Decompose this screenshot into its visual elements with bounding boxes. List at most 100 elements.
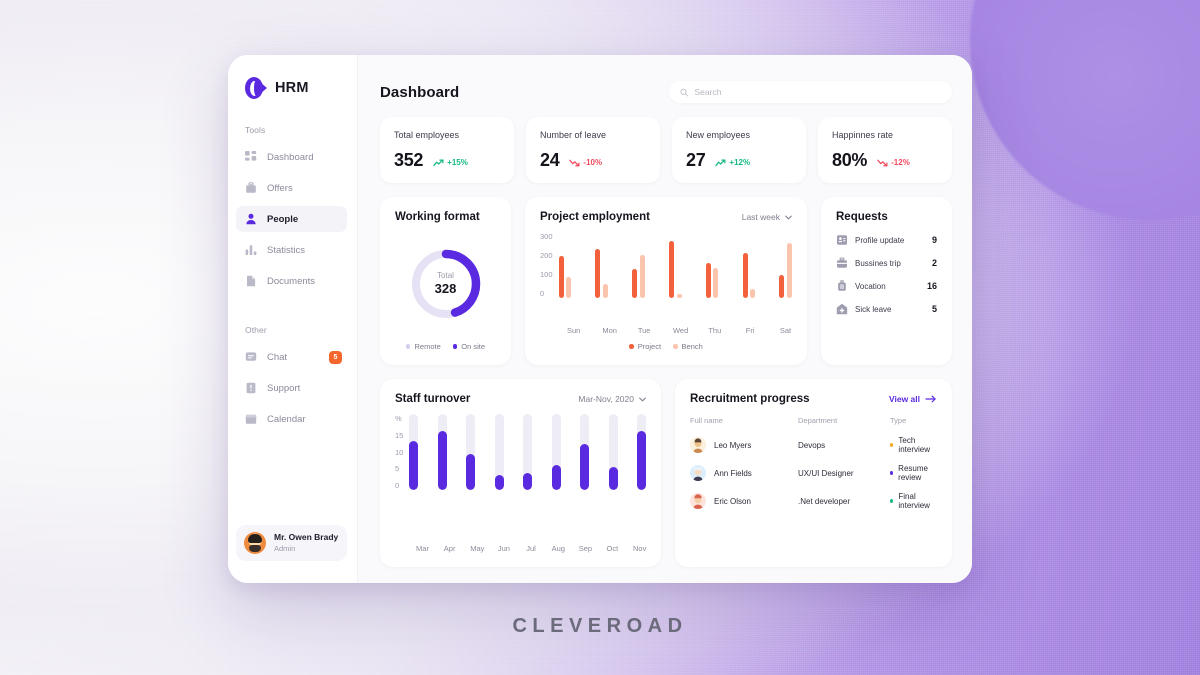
request-count: 16 [926, 281, 937, 291]
row-department: Devops [798, 440, 826, 450]
turnover-bar-track [409, 414, 419, 490]
bar-group [669, 232, 682, 298]
x-tick: Tue [637, 326, 651, 335]
legend-dot [673, 344, 678, 349]
card-title: Working format [395, 211, 480, 223]
sidebar-item-label: Calendar [267, 413, 306, 425]
stat-label: Total employees [394, 130, 460, 140]
card-title: Requests [836, 211, 888, 223]
request-item-bussines-trip[interactable]: Bussines trip 2 [836, 257, 937, 269]
sidebar-item-documents[interactable]: Documents [236, 268, 347, 294]
turnover-bar [494, 474, 504, 490]
briefcase-icon [837, 257, 847, 268]
row-name: Eric Olson [714, 496, 751, 506]
stat-card-number-of-leave: Number of leave 24 -10% [526, 117, 660, 183]
bar-group [779, 232, 792, 298]
bar [713, 268, 719, 298]
donut-center-label: Total 328 [409, 247, 483, 321]
sidebar-item-dashboard[interactable]: Dashboard [236, 144, 347, 170]
x-tick: Nov [633, 544, 647, 553]
legend-label: On site [461, 342, 486, 351]
request-count: 5 [931, 304, 937, 314]
card-title: Project employment [540, 211, 650, 223]
x-tick: Thu [708, 326, 722, 335]
bar [742, 252, 748, 298]
sidebar-item-support[interactable]: Support [236, 375, 347, 401]
legend-item-onsite: On site [452, 342, 486, 351]
row-type: Final interview [898, 492, 930, 510]
request-item-profile-update[interactable]: Profile update 9 [836, 234, 937, 246]
bar [632, 269, 638, 298]
y-tick: 200 [540, 251, 553, 260]
request-count: 9 [931, 235, 937, 245]
requests-list: Profile update 9 Bussines trip 2 Vocatio… [836, 234, 937, 315]
chat-unread-badge: 5 [329, 350, 342, 364]
x-axis-labels: Mar Apr May Jun Jul Aug Sep Oct Nov [395, 544, 646, 553]
recruitment-progress-card: Recruitment progress View all Full name … [675, 379, 952, 567]
sidebar-item-label: Support [267, 382, 301, 394]
sidebar-item-people[interactable]: People [236, 206, 347, 232]
main-content: Dashboard Total employees 352 +15% Numb [358, 55, 972, 583]
x-tick: Mon [602, 326, 617, 335]
table-row[interactable]: Leo Myers Devops Tech interview [690, 431, 937, 459]
bar [676, 293, 682, 298]
x-tick: Jul [526, 544, 536, 553]
column-header-department: Department [798, 416, 838, 425]
y-tick: 10 [395, 447, 404, 457]
sidebar-item-label: Documents [267, 275, 316, 287]
search-bar[interactable] [669, 81, 952, 103]
turnover-bar-track [466, 414, 476, 490]
date-range-dropdown[interactable]: Mar-Nov, 2020 [578, 394, 646, 404]
request-item-sick-leave[interactable]: Sick leave 5 [836, 303, 937, 315]
sidebar-item-chat[interactable]: Chat 5 [236, 344, 347, 370]
turnover-bar [523, 472, 533, 490]
donut-chart: Total 328 [395, 227, 496, 340]
avatar [244, 532, 266, 554]
sidebar-item-label: Chat [267, 351, 288, 363]
turnover-bar [409, 440, 419, 490]
turnover-bar-track [494, 414, 504, 490]
turnover-bar-track [636, 414, 646, 490]
period-dropdown[interactable]: Last week [742, 212, 792, 222]
search-input[interactable] [694, 87, 941, 97]
cleveroad-wordmark: CLEVEROAD [512, 615, 688, 637]
sidebar-item-offers[interactable]: Offers [236, 175, 347, 201]
view-all-button[interactable]: View all [889, 394, 937, 404]
avatar [690, 437, 706, 453]
app-window: HRM Tools Dashboard Offers People Statis… [228, 55, 972, 583]
stat-label: Number of leave [540, 130, 607, 140]
staff-turnover-card: Staff turnover Mar-Nov, 2020 % 15 10 5 0 Mar… [380, 379, 661, 567]
profile-role: Admin [274, 543, 296, 553]
bar-group [705, 232, 719, 298]
turnover-bar-track [523, 414, 533, 490]
profile-name: Mr. Owen Brady [274, 532, 339, 543]
request-item-vocation[interactable]: Vocation 16 [836, 280, 937, 292]
turnover-bar [608, 467, 618, 490]
stat-card-total-employees: Total employees 352 +15% [380, 117, 514, 183]
sidebar-item-calendar[interactable]: Calendar [236, 406, 347, 432]
stat-delta: -10% [569, 158, 602, 169]
turnover-bar [580, 444, 590, 490]
turnover-bar [551, 465, 561, 490]
avatar [690, 493, 706, 509]
app-logo[interactable]: HRM [228, 77, 357, 99]
y-tick: 0 [540, 289, 545, 298]
request-count: 2 [931, 258, 937, 268]
row-name: Leo Myers [714, 440, 752, 450]
profile-card-icon [837, 235, 847, 245]
table-row[interactable]: Eric Olson .Net developer Final intervie… [690, 487, 937, 515]
column-header-type: Type [890, 416, 907, 425]
x-tick: Aug [551, 544, 565, 553]
x-tick: Sat [779, 326, 792, 335]
x-tick: Apr [443, 544, 456, 553]
table-row[interactable]: Ann Fields UX/UI Designer Resume review [690, 459, 937, 487]
sidebar-user-profile[interactable]: Mr. Owen Brady Admin [236, 525, 347, 561]
sidebar-item-statistics[interactable]: Statistics [236, 237, 347, 263]
stat-delta: +15% [433, 158, 468, 169]
stat-value: 24 [540, 150, 560, 170]
stat-label: Happinnes rate [832, 130, 894, 140]
row-name: Ann Fields [714, 468, 752, 478]
stat-card-happiness-rate: Happinnes rate 80% -12% [818, 117, 952, 183]
legend-item-remote: Remote [405, 342, 441, 351]
avatar [690, 465, 706, 481]
